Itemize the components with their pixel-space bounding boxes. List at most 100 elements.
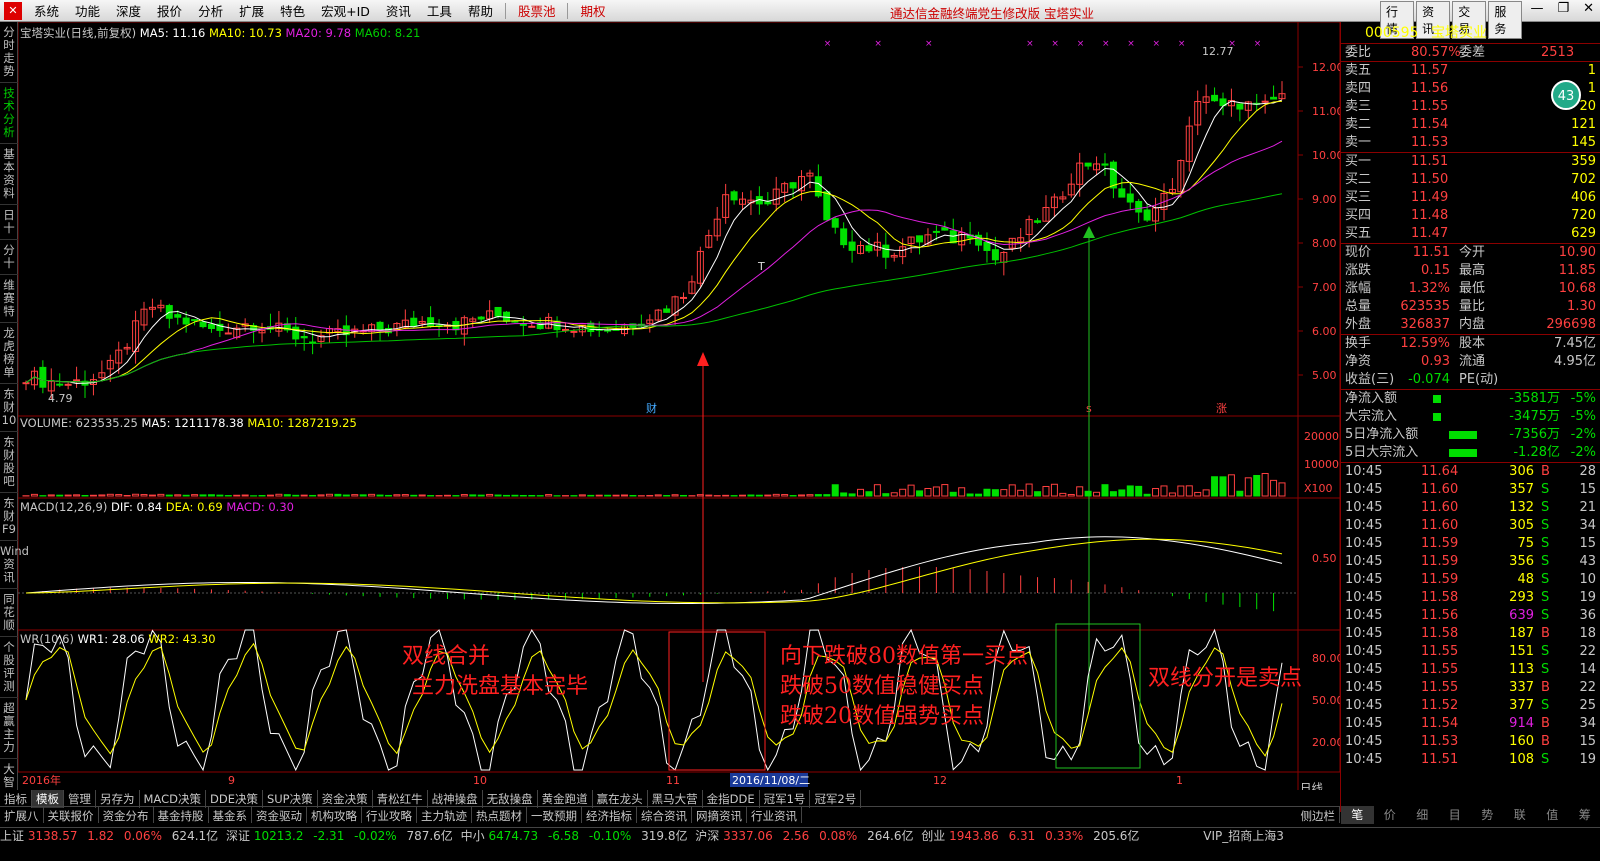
- sidebar-toggle[interactable]: 侧边栏: [1297, 807, 1340, 823]
- volume-bar: [174, 494, 182, 497]
- left-tab[interactable]: 分十: [0, 240, 18, 275]
- tick-row[interactable]: 10:45 11.64 306 B 28: [1341, 463, 1600, 481]
- extension-tab[interactable]: 主力轨迹: [417, 807, 472, 823]
- quote-panel-tab[interactable]: 值: [1536, 806, 1569, 824]
- tick-cell: 639: [1509, 608, 1534, 623]
- tick-row[interactable]: 10:45 11.54 914 B 34: [1341, 715, 1600, 733]
- left-tab[interactable]: 基本资料: [0, 144, 18, 205]
- extension-tab[interactable]: 资金驱动: [252, 807, 307, 823]
- tick-row[interactable]: 10:45 11.59 48 S 10: [1341, 571, 1600, 589]
- tick-row[interactable]: 10:45 11.55 113 S 14: [1341, 661, 1600, 679]
- volume-bar: [798, 494, 806, 497]
- extension-tab[interactable]: 行业攻略: [362, 807, 417, 823]
- left-tab[interactable]: 技术分析: [0, 83, 18, 144]
- quote-panel-tab[interactable]: 细: [1406, 806, 1439, 824]
- order-row[interactable]: 买四 11.48 720: [1341, 207, 1600, 225]
- menu-item-news[interactable]: 资讯: [378, 1, 419, 20]
- tick-row[interactable]: 10:45 11.52 377 S 25: [1341, 697, 1600, 715]
- extension-tab[interactable]: 行业资讯: [747, 807, 802, 823]
- menu-item-macro[interactable]: 宏观+ID: [313, 1, 378, 20]
- quote-panel-tab[interactable]: 笔: [1341, 806, 1374, 824]
- left-tab[interactable]: 东财股吧: [0, 432, 18, 493]
- left-tab[interactable]: 个股评测: [0, 637, 18, 698]
- left-tab[interactable]: 日十: [0, 205, 18, 240]
- volume-bar: [502, 494, 510, 497]
- left-tab[interactable]: 同花顺: [0, 589, 18, 637]
- menu-item-system[interactable]: 系统: [26, 1, 67, 20]
- left-tab[interactable]: 东财F9: [0, 493, 18, 541]
- left-tab[interactable]: 东财10: [0, 384, 18, 432]
- quote-panel-tab[interactable]: 势: [1471, 806, 1504, 824]
- tick-row[interactable]: 10:45 11.58 293 S 19: [1341, 589, 1600, 607]
- left-tab[interactable]: Wind资讯: [0, 541, 29, 589]
- candle-body: [814, 176, 822, 197]
- left-tab[interactable]: 维赛特: [0, 275, 18, 323]
- extension-tab[interactable]: 综合资讯: [637, 807, 692, 823]
- menu-item-extend[interactable]: 扩展: [231, 1, 272, 20]
- menu-item-depth[interactable]: 深度: [108, 1, 149, 20]
- volume-bar: [806, 494, 814, 497]
- volume-bar: [266, 494, 274, 497]
- flow-percent: -5%: [1570, 391, 1596, 406]
- tick-row[interactable]: 10:45 11.60 132 S 21: [1341, 499, 1600, 517]
- tick-row[interactable]: 10:45 11.59 356 S 43: [1341, 553, 1600, 571]
- tick-cell: 36: [1579, 608, 1596, 623]
- extension-tab[interactable]: 关联报价: [44, 807, 99, 823]
- order-row[interactable]: 卖二 11.54 121: [1341, 116, 1600, 134]
- left-tab[interactable]: 分时走势: [0, 22, 18, 83]
- menu-item-analysis[interactable]: 分析: [190, 1, 231, 20]
- extension-tab[interactable]: 基金系: [209, 807, 252, 823]
- kline-header: 宝塔实业(日线,前复权) MA5: 11.16 MA10: 10.73 MA20…: [20, 25, 420, 41]
- volume-bar: [975, 493, 983, 497]
- menu-item-feature[interactable]: 特色: [272, 1, 313, 20]
- tick-row[interactable]: 10:45 11.60 357 S 15: [1341, 481, 1600, 499]
- left-tab[interactable]: 超赢主力: [0, 698, 18, 759]
- tick-row[interactable]: 10:45 11.55 151 S 22: [1341, 643, 1600, 661]
- left-tab[interactable]: 大智: [0, 759, 18, 794]
- chart-area[interactable]: 12.0011.0010.009.008.007.006.005.0012.77…: [17, 21, 1344, 810]
- annotation-merge: 双线合并 主力洗盘基本完毕: [402, 642, 588, 702]
- quote-panel-tab[interactable]: 价: [1374, 806, 1407, 824]
- extension-tab[interactable]: 网摘资讯: [692, 807, 747, 823]
- left-tab[interactable]: 龙虎榜单: [0, 323, 18, 384]
- extension-tab[interactable]: 基金持股: [154, 807, 209, 823]
- tick-row[interactable]: 10:45 11.56 639 S 36: [1341, 607, 1600, 625]
- order-row[interactable]: 买五 11.47 629: [1341, 225, 1600, 243]
- tick-row[interactable]: 10:45 11.55 337 B 22: [1341, 679, 1600, 697]
- tick-cell: 10:45: [1345, 572, 1383, 587]
- tick-row[interactable]: 10:45 11.59 75 S 15: [1341, 535, 1600, 553]
- extension-tab[interactable]: 经济指标: [582, 807, 637, 823]
- candle-body: [1101, 163, 1109, 166]
- candle-body: [941, 227, 949, 231]
- quote-panel-tab[interactable]: 目: [1439, 806, 1472, 824]
- order-row[interactable]: 买三 11.49 406: [1341, 189, 1600, 207]
- zx-change: -6.58: [547, 829, 579, 843]
- extension-tab[interactable]: 资金分布: [99, 807, 154, 823]
- quote-panel-tab[interactable]: 筹: [1569, 806, 1600, 824]
- stock-pool-button[interactable]: 股票池: [510, 1, 564, 20]
- quote-panel-tab[interactable]: 联: [1504, 806, 1537, 824]
- order-row[interactable]: 买一 11.51 359: [1341, 153, 1600, 171]
- order-row[interactable]: 卖一 11.53 145: [1341, 134, 1600, 152]
- extension-tab[interactable]: 机构攻略: [307, 807, 362, 823]
- stat-cell: 1.32%: [1408, 281, 1450, 296]
- tick-row[interactable]: 10:45 11.53 160 B 15: [1341, 733, 1600, 751]
- extension-tab[interactable]: 热点题材: [472, 807, 527, 823]
- order-row[interactable]: 卖五 11.57 1: [1341, 62, 1600, 80]
- options-button[interactable]: 期权: [572, 1, 613, 20]
- sh-percent: 0.06%: [123, 829, 162, 843]
- tick-row[interactable]: 10:45 11.51 108 S 19: [1341, 751, 1600, 769]
- extension-tab[interactable]: 扩展八: [0, 807, 44, 823]
- tick-row[interactable]: 10:45 11.60 305 S 34: [1341, 517, 1600, 535]
- menu-item-function[interactable]: 功能: [67, 1, 108, 20]
- menu-item-quote[interactable]: 报价: [149, 1, 190, 20]
- circle-badge[interactable]: 43: [1551, 80, 1581, 110]
- left-side-tabs: 分时走势 技术分析 基本资料 日十 分十 维赛特 龙虎榜单 东财10 东财股吧 东财F9 Wind资…: [0, 22, 29, 802]
- menu-item-help[interactable]: 帮助: [460, 1, 501, 20]
- extension-tab[interactable]: 一致预期: [527, 807, 582, 823]
- menu-item-tools[interactable]: 工具: [419, 1, 460, 20]
- order-row[interactable]: 买二 11.50 702: [1341, 171, 1600, 189]
- tick-list[interactable]: 10:45 11.64 306 B 28 10:45 11.60 357 S 15 10:45 11.…: [1341, 463, 1600, 769]
- volume-bar: [1194, 491, 1202, 497]
- tick-row[interactable]: 10:45 11.58 187 B 18: [1341, 625, 1600, 643]
